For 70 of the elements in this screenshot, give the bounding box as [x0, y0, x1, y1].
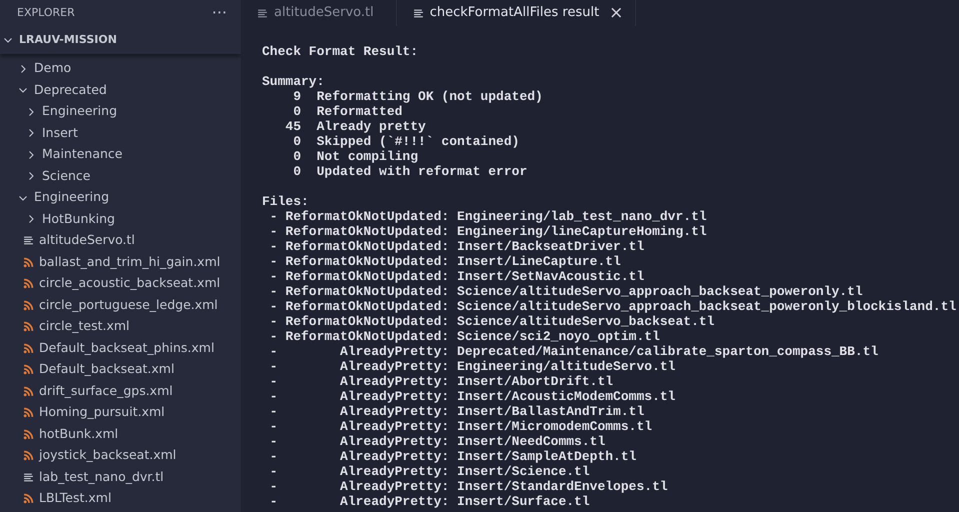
- output-line: Check Format Result:: [262, 44, 418, 59]
- tree-item[interactable]: hotBunk.xml: [0, 424, 241, 445]
- lines-icon: [257, 8, 268, 18]
- rss-icon: [23, 428, 34, 440]
- output-line: - ReformatOkNotUpdated: Engineering/lineCaptureHoming.tl: [268, 224, 707, 239]
- output-line: 0 Not compiling: [292, 149, 418, 164]
- output-line: - AlreadyPretty: Engineering/altitudeServo.tl: [268, 359, 676, 374]
- tree-item[interactable]: circle_portuguese_ledge.xml: [0, 294, 241, 316]
- output-line: - ReformatOkNotUpdated: Insert/SetNavAcoustic.tl: [268, 269, 644, 284]
- output-line: - AlreadyPretty: Insert/AcousticModemComms.tl: [268, 389, 676, 404]
- tree-item[interactable]: Homing_pursuit.xml: [0, 402, 241, 424]
- output-line: - AlreadyPretty: Insert/MicromodemComms.tl: [268, 419, 652, 434]
- rss-icon: [23, 450, 34, 462]
- rss-icon: [23, 493, 34, 504]
- output-line: Summary:: [262, 74, 324, 89]
- output-line: 45 Already pretty: [284, 119, 426, 134]
- folder-header[interactable]: LRAUV-MISSION: [0, 26, 241, 54]
- output-line: - ReformatOkNotUpdated: Science/altitudeServo_approach_backseat_poweronly.tl: [268, 284, 863, 299]
- rss-icon: [23, 321, 34, 332]
- output-line: - AlreadyPretty: Insert/NeedComms.tl: [268, 434, 606, 449]
- tree-item[interactable]: Default_backseat_phins.xml: [0, 338, 241, 359]
- output-line: - ReformatOkNotUpdated: Science/altitudeServo_backseat.tl: [268, 314, 714, 329]
- tree-item[interactable]: Maintenance: [0, 144, 241, 166]
- sidebar-title: EXPLORER: [17, 4, 75, 21]
- rss-icon: [23, 407, 34, 418]
- rss-icon: [23, 386, 34, 397]
- tree-item[interactable]: joystick_backseat.xml: [0, 445, 241, 466]
- tree-item[interactable]: circle_acoustic_backseat.xml: [0, 273, 241, 294]
- tree-item[interactable]: Science: [0, 166, 241, 187]
- tree-item[interactable]: lab_test_nano_dvr.tl: [0, 466, 241, 488]
- tree-item[interactable]: Engineering: [0, 187, 241, 208]
- output-line: - AlreadyPretty: Insert/SampleAtDepth.tl: [268, 449, 636, 464]
- tree-item[interactable]: altitudeServo.tl: [0, 230, 241, 252]
- output-line: - ReformatOkNotUpdated: Science/altitudeServo_approach_backseat_poweronly_blockisland.tl: [268, 299, 956, 314]
- tree-item[interactable]: HotBunking: [0, 208, 241, 230]
- output-line: - ReformatOkNotUpdated: Insert/LineCapture.tl: [268, 254, 621, 269]
- editor-tab[interactable]: checkFormatAllFiles result ×: [396, 0, 636, 26]
- rss-icon: [23, 300, 34, 311]
- tree-item[interactable]: LBLTest.xml: [0, 488, 241, 510]
- output-line: - ReformatOkNotUpdated: Science/sci2_noyo_optim.tl: [268, 329, 660, 344]
- rss-icon: [23, 278, 34, 290]
- output-line: Files:: [262, 194, 309, 209]
- output-line: 0 Skipped (`#!!!` contained): [292, 134, 520, 149]
- tree-item[interactable]: Demo: [0, 58, 241, 80]
- output-line: - AlreadyPretty: Insert/Surface.tl: [268, 494, 590, 509]
- output-line: - ReformatOkNotUpdated: Engineering/lab_test_nano_dvr.tl: [268, 209, 707, 224]
- rss-icon: [23, 256, 34, 268]
- output-line: - AlreadyPretty: Insert/Science.tl: [268, 464, 590, 479]
- tree-item[interactable]: ballast_and_trim_hi_gain.xml: [0, 252, 241, 273]
- more-button[interactable]: ···: [212, 1, 227, 25]
- lines-icon: [23, 235, 34, 246]
- rss-icon: [23, 364, 34, 376]
- output-line: 0 Updated with reformat error: [292, 164, 528, 179]
- tree-item[interactable]: Deprecated: [0, 80, 241, 101]
- output-line: 0 Reformatted: [292, 104, 402, 119]
- tree-item[interactable]: drift_surface_gps.xml: [0, 380, 241, 402]
- tree-item[interactable]: Default_backseat.xml: [0, 359, 241, 380]
- output-line: - AlreadyPretty: Deprecated/Maintenance/calibrate_sparton_compass_BB.tl: [268, 344, 878, 359]
- tree-item[interactable]: circle_test.xml: [0, 316, 241, 338]
- tree-item[interactable]: Engineering: [0, 101, 241, 122]
- lines-icon: [412, 8, 424, 18]
- output-line: - AlreadyPretty: Insert/BallastAndTrim.tl: [268, 404, 644, 419]
- tree-item[interactable]: Insert: [0, 122, 241, 144]
- output-line: 9 Reformatting OK (not updated): [292, 89, 543, 104]
- output-line: - ReformatOkNotUpdated: Insert/BackseatDriver.tl: [268, 239, 644, 254]
- output-line: - AlreadyPretty: Insert/AbortDrift.tl: [268, 374, 614, 389]
- output-line: - AlreadyPretty: Insert/StandardEnvelopes.tl: [268, 479, 668, 494]
- close-button[interactable]: ×: [607, 4, 626, 22]
- rss-icon: [23, 342, 34, 354]
- lines-icon: [23, 472, 34, 483]
